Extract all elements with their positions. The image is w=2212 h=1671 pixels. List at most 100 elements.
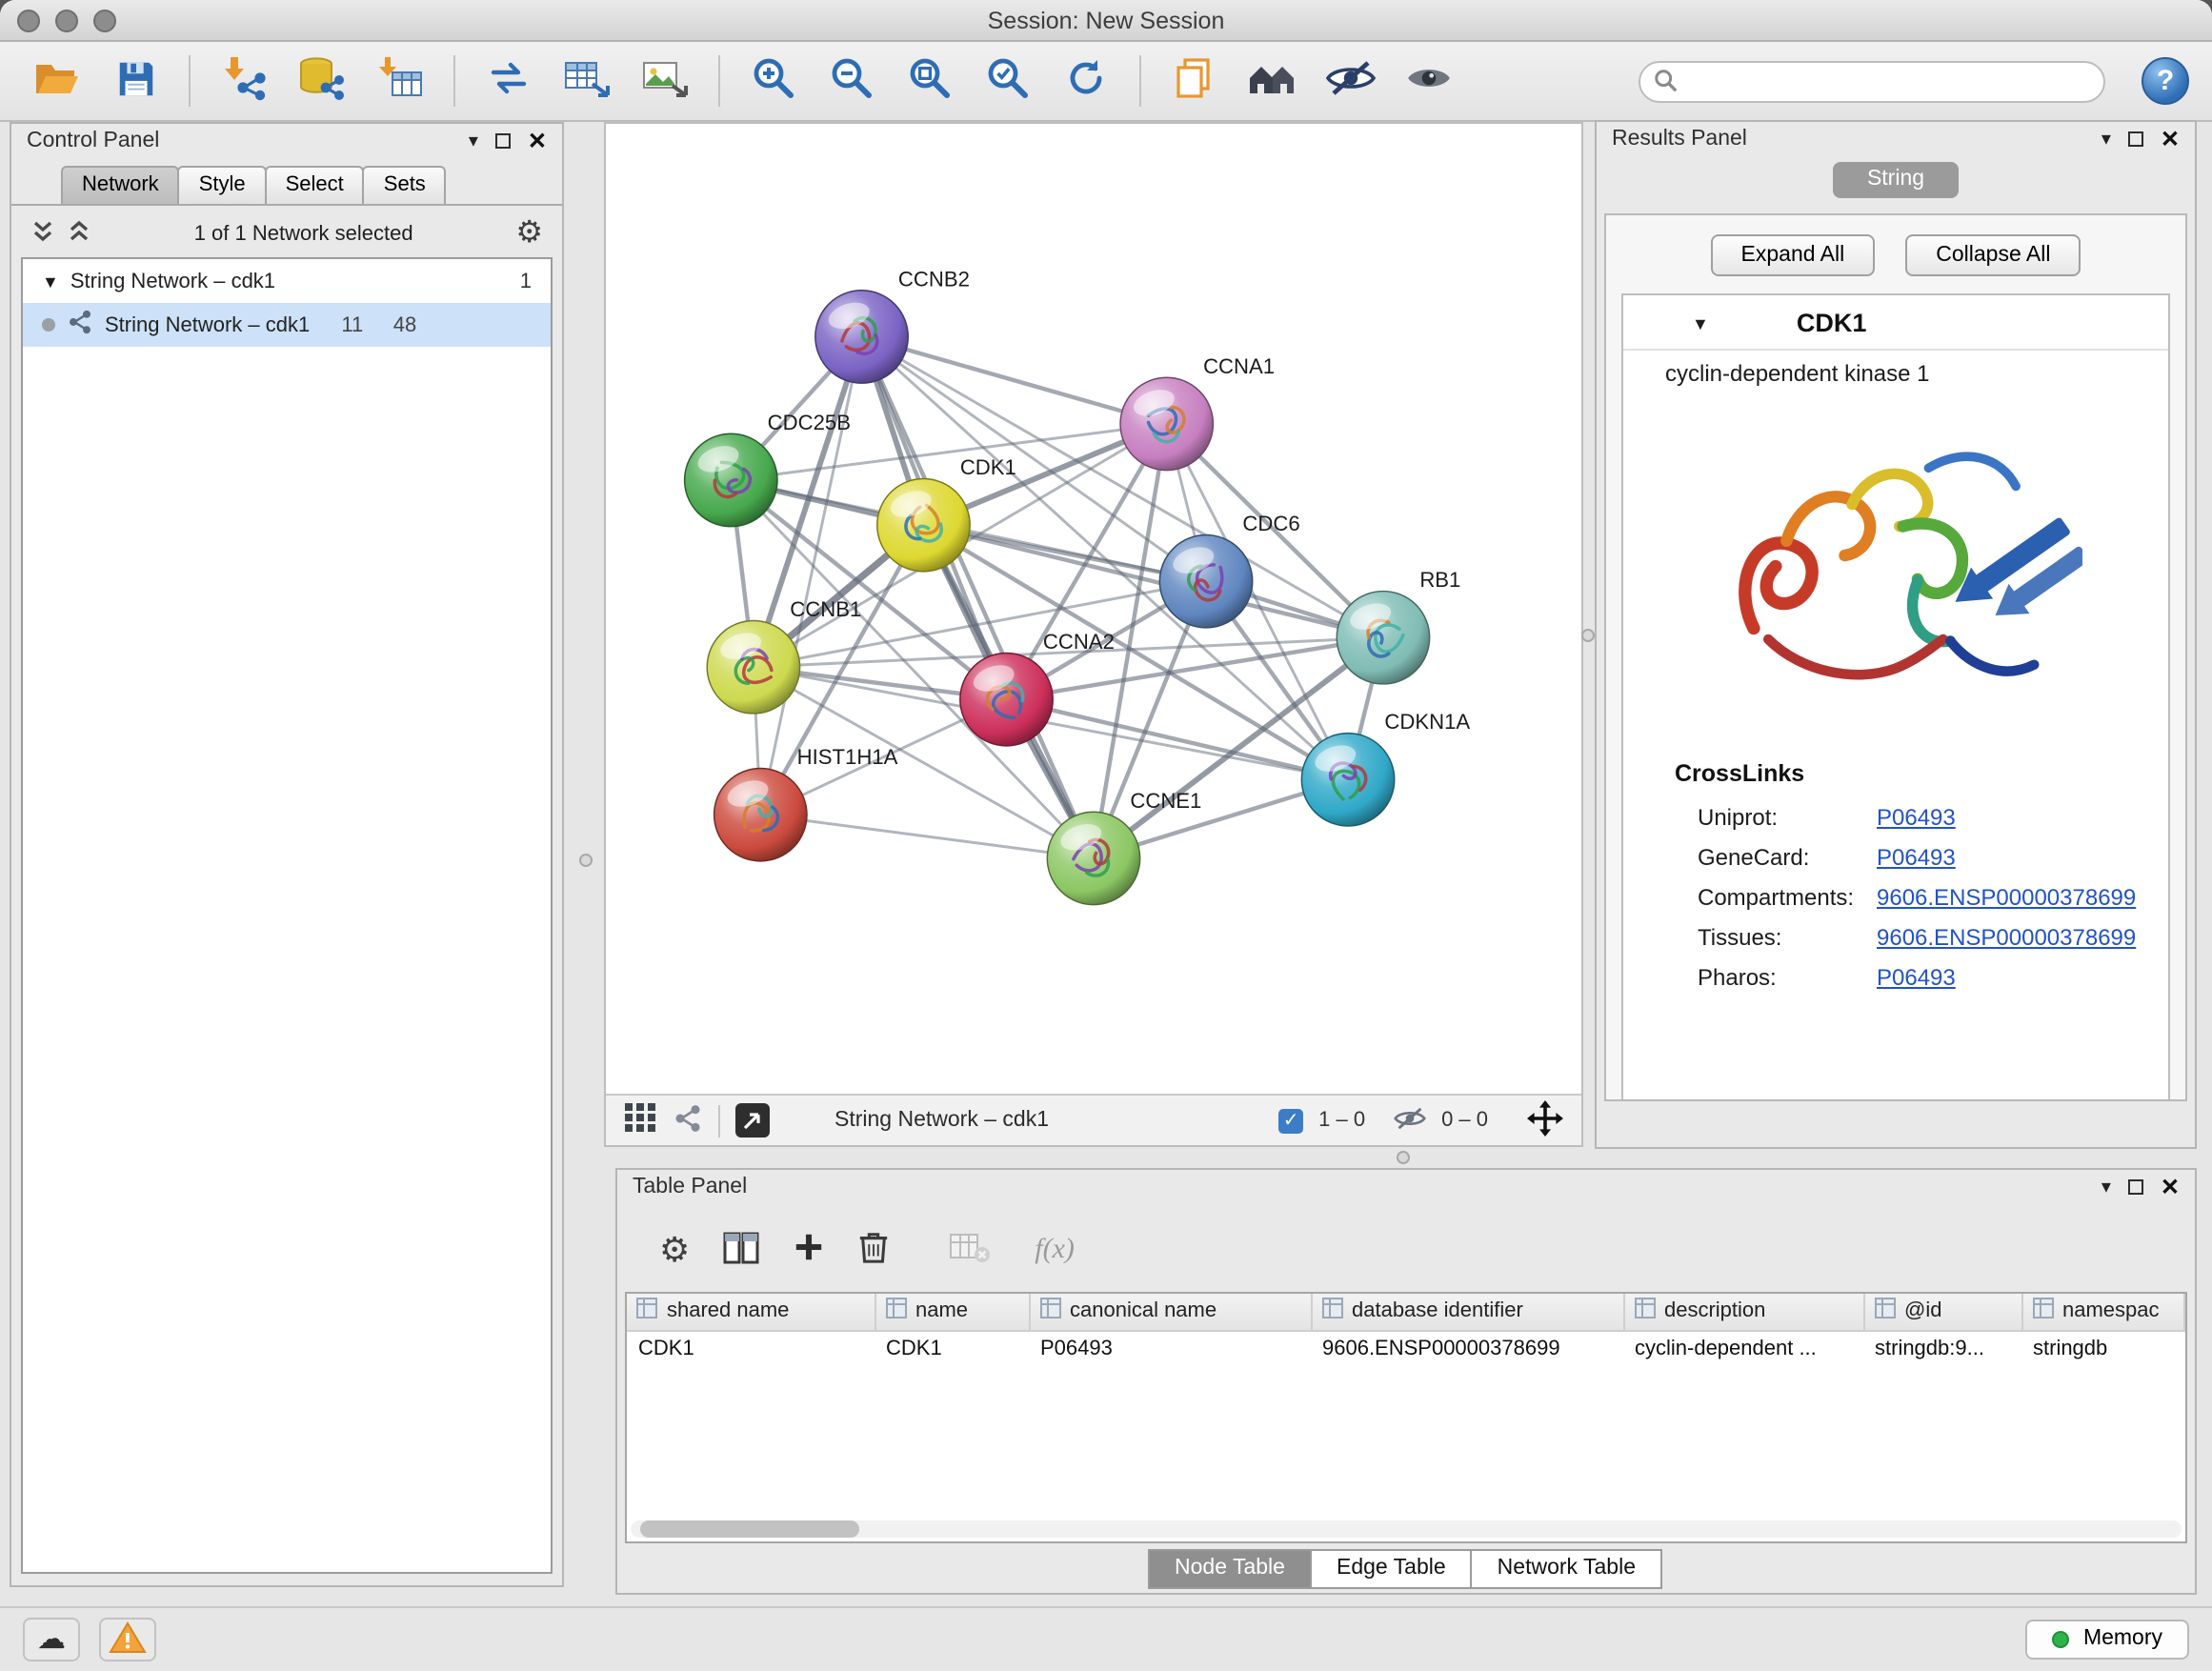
network-options-gear-icon[interactable]: ⚙: [515, 219, 543, 250]
import-network-from-database-button[interactable]: [288, 49, 356, 113]
import-network-from-file-button[interactable]: [210, 49, 278, 113]
network-node-CCNA1[interactable]: CCNA1: [1120, 354, 1275, 471]
create-column-button[interactable]: [793, 1231, 825, 1269]
delete-column-button[interactable]: [857, 1229, 890, 1271]
horizontal-scrollbar[interactable]: [631, 1520, 2182, 1538]
network-node-CDK1[interactable]: CDK1: [877, 455, 1016, 572]
tree-expand-icon[interactable]: ▼: [42, 272, 59, 291]
expand-all-button[interactable]: Expand All: [1711, 234, 1876, 276]
open-session-button[interactable]: [23, 49, 91, 113]
collapse-section-icon[interactable]: ▼: [1692, 313, 1709, 332]
collapse-all-button[interactable]: Collapse All: [1905, 234, 2081, 276]
selected-elements-checkbox-icon[interactable]: ✓: [1278, 1108, 1303, 1133]
column-header-namespace[interactable]: namespac: [2021, 1294, 2184, 1330]
tab-string[interactable]: String: [1833, 162, 1959, 198]
network-canvas[interactable]: CCNB2CCNA1CDC25BCDK1CDC6RB1CCNB1CCNA2CDK…: [606, 124, 1581, 1094]
tab-node-table[interactable]: Node Table: [1148, 1549, 1312, 1589]
show-all-button[interactable]: [1395, 49, 1463, 113]
network-edge-CCNB2-HIST1H1A[interactable]: [760, 336, 861, 815]
table-row[interactable]: CDK1 CDK1 P06493 9606.ENSP00000378699 cy…: [627, 1330, 2184, 1366]
panel-float-icon[interactable]: ▾: [469, 131, 478, 151]
network-collection-row[interactable]: ▼ String Network – cdk1 1: [23, 259, 551, 303]
network-node-CCNB1[interactable]: CCNB1: [707, 597, 861, 714]
pharos-link[interactable]: P06493: [1877, 963, 1956, 990]
scrollbar-thumb[interactable]: [640, 1520, 859, 1538]
memory-button[interactable]: Memory: [2026, 1620, 2189, 1660]
export-table-icon: [562, 55, 612, 107]
close-window-button[interactable]: [17, 9, 40, 31]
tab-edge-table[interactable]: Edge Table: [1310, 1549, 1473, 1589]
duplicate-pages-icon: [1172, 55, 1217, 107]
birds-eye-view-icon[interactable]: [623, 1101, 657, 1139]
refresh-view-button[interactable]: [1052, 49, 1120, 113]
network-edge-HIST1H1A-CCNE1[interactable]: [760, 815, 1094, 858]
network-node-CCNB2[interactable]: CCNB2: [815, 267, 970, 383]
network-row[interactable]: String Network – cdk1 11 48: [23, 303, 551, 347]
function-builder-icon[interactable]: f(x): [1035, 1234, 1075, 1266]
zoom-selected-button[interactable]: [974, 49, 1042, 113]
panel-float-icon[interactable]: ▾: [2101, 1177, 2111, 1198]
column-header-id[interactable]: @id: [1863, 1294, 2021, 1330]
zoom-out-button[interactable]: [817, 49, 886, 113]
tab-sets[interactable]: Sets: [363, 166, 447, 204]
column-header-database-identifier[interactable]: database identifier: [1311, 1294, 1623, 1330]
genecard-link[interactable]: P06493: [1877, 843, 1956, 870]
save-session-button[interactable]: [101, 49, 170, 113]
tab-style[interactable]: Style: [178, 166, 267, 204]
warnings-button[interactable]: [99, 1618, 156, 1661]
hidden-elements-eye-slash-icon[interactable]: [1392, 1104, 1426, 1137]
show-columns-button[interactable]: [722, 1230, 760, 1270]
table-panel: Table Panel ▾ ✕ ⚙ f(x) shared name name: [615, 1168, 2197, 1595]
splitter-handle[interactable]: [1397, 1151, 1410, 1164]
tab-network-table[interactable]: Network Table: [1471, 1549, 1662, 1589]
uniprot-link[interactable]: P06493: [1877, 803, 1956, 830]
panel-close-icon[interactable]: ✕: [2161, 1174, 2180, 1200]
compartments-link[interactable]: 9606.ENSP00000378699: [1877, 883, 2136, 910]
protein-card-header[interactable]: ▼ CDK1: [1623, 295, 2168, 351]
column-type-icon: [1874, 1299, 1895, 1325]
panel-close-icon[interactable]: ✕: [2161, 126, 2180, 152]
network-node-HIST1H1A[interactable]: HIST1H1A: [714, 745, 898, 861]
column-header-name[interactable]: name: [875, 1294, 1029, 1330]
network-node-RB1[interactable]: RB1: [1337, 568, 1460, 684]
column-header-shared-name[interactable]: shared name: [627, 1294, 875, 1330]
help-button[interactable]: ?: [2142, 57, 2189, 105]
panel-float-icon[interactable]: ▾: [2101, 129, 2111, 150]
minimize-window-button[interactable]: [55, 9, 78, 31]
duplicate-network-button[interactable]: [1160, 49, 1229, 113]
cloud-status-button[interactable]: ☁: [23, 1618, 80, 1661]
pan-crosshair-icon[interactable]: [1526, 1098, 1564, 1142]
network-share-icon[interactable]: [673, 1102, 703, 1138]
zoom-fit-content-button[interactable]: [895, 49, 964, 113]
network-edge-CCNB2-CCNA1[interactable]: [862, 336, 1167, 423]
open-folder-icon: [32, 55, 82, 107]
splitter-handle[interactable]: [1581, 629, 1595, 642]
eye-slash-icon: [1324, 57, 1377, 105]
network-node-CDKN1A[interactable]: CDKN1A: [1301, 710, 1470, 826]
panel-close-icon[interactable]: ✕: [528, 128, 547, 154]
panel-maximize-icon[interactable]: [2128, 131, 2143, 147]
collapse-all-networks-icon[interactable]: [30, 219, 55, 250]
hide-selected-button[interactable]: [1317, 49, 1385, 113]
export-table-button[interactable]: [553, 49, 621, 113]
tab-network[interactable]: Network: [61, 166, 180, 204]
string-home-button[interactable]: [1238, 49, 1307, 113]
export-network-button[interactable]: [474, 49, 543, 113]
tissues-link[interactable]: 9606.ENSP00000378699: [1877, 923, 2136, 950]
zoom-window-button[interactable]: [93, 9, 116, 31]
expand-all-networks-icon[interactable]: [67, 219, 91, 250]
table-settings-button[interactable]: ⚙: [659, 1233, 690, 1267]
export-image-button[interactable]: [631, 49, 699, 113]
panel-maximize-icon[interactable]: [2128, 1179, 2143, 1195]
import-table-from-file-button[interactable]: [366, 49, 434, 113]
column-header-canonical-name[interactable]: canonical name: [1029, 1294, 1311, 1330]
network-edge-CCNB2-CCNE1[interactable]: [862, 336, 1094, 857]
zoom-in-button[interactable]: [739, 49, 808, 113]
delete-table-button[interactable]: [949, 1230, 991, 1270]
panel-maximize-icon[interactable]: [495, 133, 511, 149]
column-header-description[interactable]: description: [1623, 1294, 1863, 1330]
splitter-handle[interactable]: [579, 854, 593, 867]
tab-select[interactable]: Select: [265, 166, 365, 204]
export-view-button[interactable]: [735, 1103, 770, 1137]
search-input[interactable]: [1639, 60, 2105, 102]
